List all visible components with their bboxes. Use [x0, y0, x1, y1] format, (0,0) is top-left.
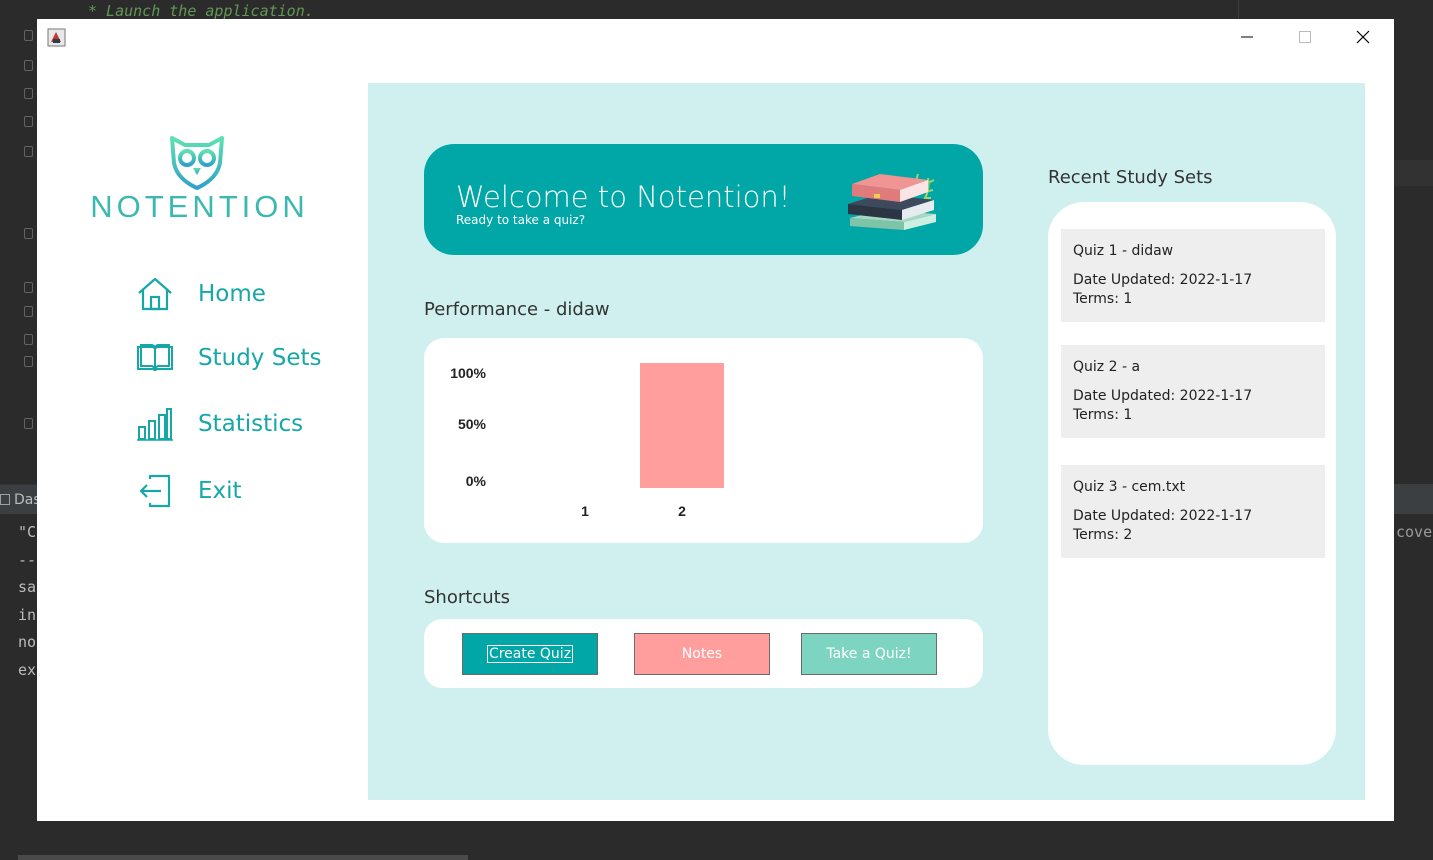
console-line: in: [18, 606, 37, 624]
maximize-button[interactable]: [1290, 25, 1320, 49]
ide-gutter: [0, 0, 36, 470]
study-set-terms: Terms: 1: [1073, 407, 1133, 423]
welcome-title: Welcome to Notention!: [456, 180, 791, 214]
create-quiz-button[interactable]: Create Quiz: [462, 633, 598, 675]
performance-chart: 0% 50% 100% 1 2: [450, 363, 724, 519]
ide-code-line: * Launch the application.: [88, 2, 314, 20]
take-quiz-button[interactable]: Take a Quiz!: [801, 633, 937, 675]
nav-label-study-sets: Study Sets: [198, 345, 322, 371]
book-icon: [135, 338, 175, 378]
study-set-date: Date Updated: 2022-1-17: [1073, 388, 1253, 404]
console-line: --: [18, 551, 37, 569]
x-tick-label: 2: [678, 503, 686, 519]
shortcuts-card: Create Quiz Notes Take a Quiz!: [424, 619, 983, 688]
nav-item-study-sets[interactable]: Study Sets: [135, 338, 321, 378]
study-set-terms: Terms: 1: [1073, 291, 1133, 307]
nav-label-statistics: Statistics: [198, 411, 304, 437]
main-panel: Welcome to Notention! Ready to take a qu…: [368, 83, 1365, 800]
nav-item-exit[interactable]: Exit: [135, 471, 242, 511]
study-set-item[interactable]: Quiz 2 - a Date Updated: 2022-1-17 Terms…: [1061, 345, 1325, 438]
console-line: no: [18, 633, 37, 651]
welcome-banner: Welcome to Notention! Ready to take a qu…: [424, 144, 983, 255]
study-set-name: Quiz 2 - a: [1073, 359, 1141, 375]
ide-panel-icon: [0, 494, 10, 505]
ide-panel-bar-right: [1394, 484, 1433, 514]
owl-logo-icon: [167, 135, 227, 191]
notes-button[interactable]: Notes: [634, 633, 770, 675]
ide-scrollbar[interactable]: [18, 855, 468, 860]
ide-highlight: [1394, 160, 1433, 186]
study-set-name: Quiz 3 - cem.txt: [1073, 479, 1186, 495]
app-window: NOTENTION Home Study Sets Statistics Exi…: [37, 19, 1394, 821]
nav-label-exit: Exit: [198, 478, 242, 504]
console-line: "C: [18, 523, 37, 541]
close-button[interactable]: [1348, 25, 1378, 49]
books-illustration-icon: [844, 170, 944, 238]
study-set-name: Quiz 1 - didaw: [1073, 243, 1174, 259]
y-tick-label: 0%: [466, 473, 487, 489]
y-tick-label: 50%: [458, 416, 487, 432]
chart-bar: [640, 363, 724, 488]
console-line-right: cover: [1396, 523, 1433, 541]
java-app-icon: [47, 28, 66, 47]
nav-item-statistics[interactable]: Statistics: [135, 404, 303, 444]
create-quiz-label: Create Quiz: [486, 645, 574, 663]
console-line: ex: [18, 661, 37, 679]
bar-chart-icon: [135, 404, 175, 444]
welcome-subtitle: Ready to take a quiz?: [456, 213, 586, 227]
y-tick-label: 100%: [450, 365, 486, 381]
performance-chart-card: 0% 50% 100% 1 2: [424, 338, 983, 543]
minimize-button[interactable]: [1232, 25, 1262, 49]
recent-study-sets-card: Quiz 1 - didaw Date Updated: 2022-1-17 T…: [1048, 202, 1336, 765]
ide-divider: [1238, 0, 1239, 20]
x-tick-label: 1: [581, 503, 589, 519]
nav-item-home[interactable]: Home: [135, 274, 266, 314]
console-line: sa: [18, 578, 37, 596]
study-set-item[interactable]: Quiz 3 - cem.txt Date Updated: 2022-1-17…: [1061, 465, 1325, 558]
shortcuts-title: Shortcuts: [424, 587, 511, 608]
recent-study-sets-title: Recent Study Sets: [1048, 167, 1213, 188]
study-set-date: Date Updated: 2022-1-17: [1073, 272, 1253, 288]
performance-title: Performance - didaw: [424, 299, 610, 320]
nav-label-home: Home: [198, 281, 266, 307]
exit-icon: [135, 471, 175, 511]
study-set-item[interactable]: Quiz 1 - didaw Date Updated: 2022-1-17 T…: [1061, 229, 1325, 322]
study-set-date: Date Updated: 2022-1-17: [1073, 508, 1253, 524]
study-set-terms: Terms: 2: [1073, 527, 1133, 543]
home-icon: [135, 274, 175, 314]
logo-text: NOTENTION: [90, 189, 309, 224]
